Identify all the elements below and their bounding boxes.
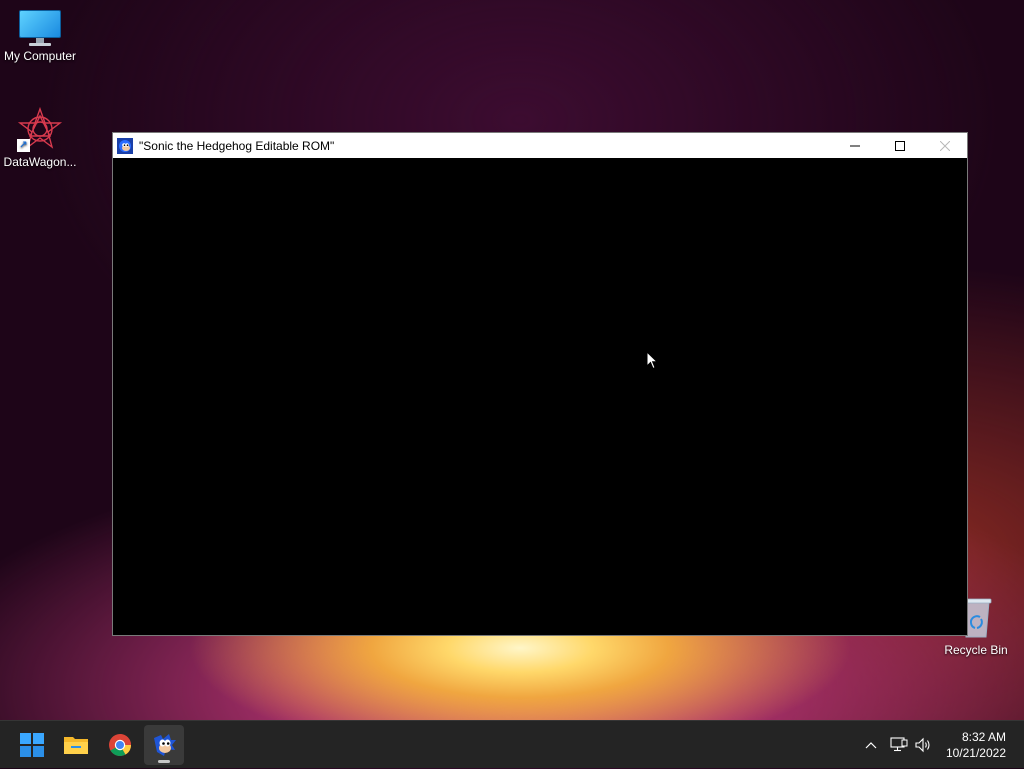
network-status-button[interactable] (888, 721, 910, 769)
maximize-icon (894, 140, 905, 151)
minimize-icon (849, 145, 860, 146)
clock-date: 10/21/2022 (945, 746, 1006, 760)
network-icon (890, 737, 908, 752)
window-titlebar[interactable]: "Sonic the Hedgehog Editable ROM" (113, 133, 967, 158)
tray-overflow-button[interactable] (860, 721, 882, 769)
desktop-icon-my-computer[interactable]: My Computer (0, 10, 80, 63)
taskbar-sonic[interactable] (144, 725, 184, 765)
sonic-icon (154, 734, 176, 756)
close-icon (939, 140, 950, 151)
desktop-icon-datawagon[interactable]: ↗ DataWagon... (0, 106, 80, 169)
taskbar-chrome[interactable] (100, 725, 140, 765)
minimize-button[interactable] (832, 133, 877, 158)
desktop-icon-label: My Computer (3, 49, 77, 63)
sonic-icon (117, 137, 133, 154)
recycle-bin-label: Recycle Bin (944, 643, 1008, 657)
datawagon-star-icon: ↗ (17, 106, 63, 152)
computer-monitor-icon (19, 10, 61, 46)
speaker-icon (915, 737, 930, 753)
folder-icon (64, 737, 88, 754)
desktop-icon-label: DataWagon... (3, 155, 77, 169)
chevron-up-icon (865, 742, 877, 749)
start-button[interactable] (12, 725, 52, 765)
close-button[interactable] (922, 133, 967, 158)
taskbar: 8:32 AM 10/21/2022 (0, 720, 1024, 768)
maximize-button[interactable] (877, 133, 922, 158)
game-display-area[interactable] (113, 158, 967, 635)
chrome-icon (109, 734, 131, 756)
taskbar-clock[interactable]: 8:32 AM 10/21/2022 (946, 729, 1006, 761)
mouse-cursor-icon (646, 350, 659, 375)
clock-time: 8:32 AM (961, 730, 1006, 744)
app-window[interactable]: "Sonic the Hedgehog Editable ROM" (112, 132, 968, 636)
taskbar-file-explorer[interactable] (56, 725, 96, 765)
volume-button[interactable] (912, 721, 934, 769)
windows-logo-icon (20, 733, 44, 757)
window-title: "Sonic the Hedgehog Editable ROM" (139, 138, 335, 153)
